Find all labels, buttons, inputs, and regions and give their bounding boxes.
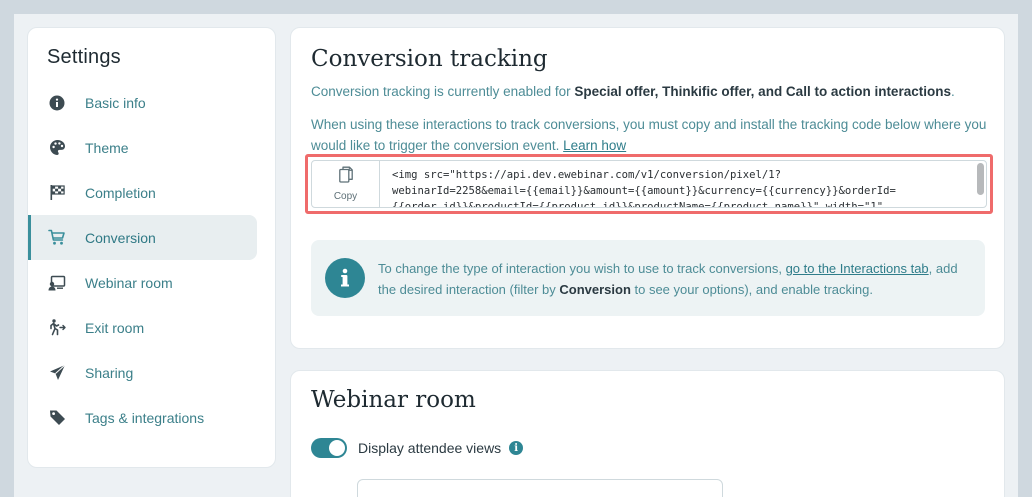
settings-sidebar: Settings Basic info Theme Completion Con… xyxy=(27,27,276,468)
text-fragment: to see your options), and enable trackin… xyxy=(630,282,873,297)
presenter-screen-icon xyxy=(48,274,66,292)
code-line: webinarId=2258&email={{email}}&amount={{… xyxy=(392,185,896,197)
info-callout: To change the type of interaction you wi… xyxy=(311,240,985,316)
tracking-code-box[interactable]: Copy <img src="https://api.dev.ewebinar.… xyxy=(311,160,987,208)
sidebar-item-sharing[interactable]: Sharing xyxy=(28,350,257,395)
copy-button[interactable]: Copy xyxy=(312,161,380,207)
text-fragment: . xyxy=(950,84,955,99)
copy-icon xyxy=(338,166,353,188)
exit-walking-icon xyxy=(48,319,66,337)
sidebar-item-exit-room[interactable]: Exit room xyxy=(28,305,257,350)
text-fragment: When using these interactions to track c… xyxy=(311,117,987,153)
code-line: {{order_id}}&productId={{product_id}}&pr… xyxy=(392,201,884,208)
text-fragment: Conversion tracking is currently enabled… xyxy=(311,84,575,99)
text-fragment: To change the type of interaction you wi… xyxy=(378,261,786,276)
sidebar-item-label: Theme xyxy=(85,139,129,156)
sidebar-item-label: Conversion xyxy=(85,229,156,246)
code-highlight-frame: Copy <img src="https://api.dev.ewebinar.… xyxy=(305,154,993,214)
sidebar-item-label: Webinar room xyxy=(85,274,173,291)
learn-how-link[interactable]: Learn how xyxy=(563,138,626,153)
sidebar-item-completion[interactable]: Completion xyxy=(28,170,257,215)
sidebar-item-tags-integrations[interactable]: Tags & integrations xyxy=(28,395,257,440)
sidebar-item-label: Exit room xyxy=(85,319,145,336)
enabled-interactions-text: Conversion tracking is currently enabled… xyxy=(311,84,955,99)
info-icon[interactable]: i xyxy=(509,441,524,455)
info-icon xyxy=(325,258,365,298)
palette-icon xyxy=(48,139,66,157)
sidebar-item-label: Basic info xyxy=(85,94,146,111)
sidebar-item-webinar-room[interactable]: Webinar room xyxy=(28,260,257,305)
enabled-interactions-list: Special offer, Thinkific offer, and Call… xyxy=(574,84,951,99)
code-line: <img src="https://api.dev.ewebinar.com/v… xyxy=(392,169,782,181)
tag-icon xyxy=(48,409,66,427)
sidebar-item-theme[interactable]: Theme xyxy=(28,125,257,170)
paper-plane-icon xyxy=(48,364,66,382)
copy-label: Copy xyxy=(333,191,358,202)
sidebar-item-conversion[interactable]: Conversion xyxy=(28,215,257,260)
attendee-views-row: Display attendee views i xyxy=(311,438,524,458)
sidebar-item-label: Tags & integrations xyxy=(85,409,205,426)
instructions-text: When using these interactions to track c… xyxy=(311,114,991,156)
checkered-flag-icon xyxy=(48,184,66,202)
code-scrollbar[interactable] xyxy=(977,163,984,195)
webinar-room-card: Webinar room Display attendee views i xyxy=(290,370,1005,497)
interactions-tab-link[interactable]: go to the Interactions tab xyxy=(786,261,929,276)
sidebar-item-label: Sharing xyxy=(85,364,134,381)
conversion-filter-label: Conversion xyxy=(559,282,631,297)
toggle-label: Display attendee views xyxy=(358,440,502,456)
section-title: Webinar room xyxy=(311,387,476,413)
attendee-views-field[interactable] xyxy=(357,479,723,497)
info-circle-icon xyxy=(48,94,66,112)
section-title: Conversion tracking xyxy=(311,46,548,72)
tracking-code[interactable]: <img src="https://api.dev.ewebinar.com/v… xyxy=(392,167,972,208)
display-attendee-views-toggle[interactable] xyxy=(311,438,347,458)
sidebar-title: Settings xyxy=(47,46,121,68)
info-text: To change the type of interaction you wi… xyxy=(378,258,978,300)
conversion-tracking-card: Conversion tracking Conversion tracking … xyxy=(290,27,1005,349)
sidebar-item-basic-info[interactable]: Basic info xyxy=(28,80,257,125)
sidebar-item-label: Completion xyxy=(85,184,156,201)
shopping-cart-icon xyxy=(48,229,66,247)
